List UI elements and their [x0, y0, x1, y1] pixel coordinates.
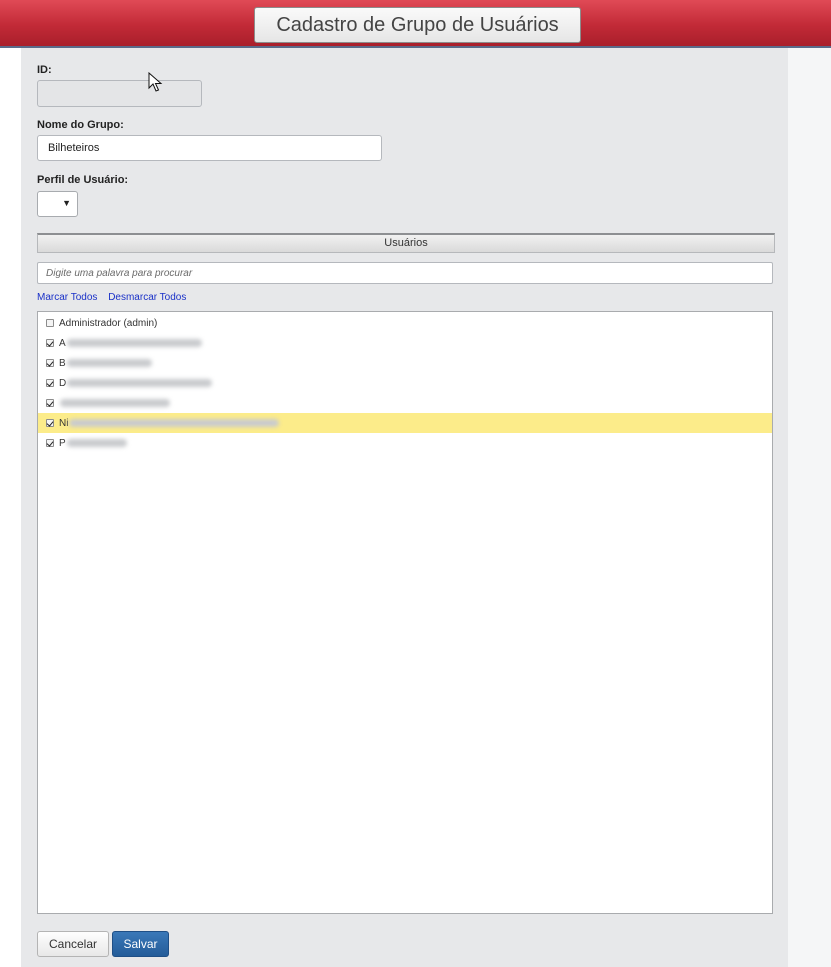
redacted-name	[69, 419, 280, 427]
checkbox-icon[interactable]	[46, 339, 54, 347]
cancel-button[interactable]: Cancelar	[37, 931, 109, 957]
checkbox-icon[interactable]	[46, 319, 54, 327]
user-profile-select[interactable]: ▼	[37, 191, 78, 217]
redacted-name	[66, 359, 152, 367]
user-name: B	[59, 357, 66, 369]
user-name: P	[59, 437, 66, 449]
list-item[interactable]: Administrador (admin)	[38, 313, 772, 333]
checkbox-icon[interactable]	[46, 399, 54, 407]
list-item[interactable]	[38, 393, 772, 413]
redacted-name	[66, 439, 127, 447]
right-gutter	[788, 48, 831, 967]
save-button[interactable]: Salvar	[112, 931, 169, 957]
list-item-highlighted[interactable]: Ni	[38, 413, 772, 433]
group-name-field[interactable]	[37, 135, 382, 161]
checkbox-icon[interactable]	[46, 439, 54, 447]
list-item[interactable]: B	[38, 353, 772, 373]
redacted-name	[66, 339, 202, 347]
user-name: Ni	[59, 417, 69, 429]
selection-links: Marcar Todos Desmarcar Todos	[37, 292, 194, 303]
mouse-pointer-icon	[148, 72, 163, 92]
caret-down-icon: ▼	[62, 198, 71, 208]
redacted-name	[67, 379, 213, 387]
user-name: A	[59, 337, 66, 349]
select-all-link[interactable]: Marcar Todos	[37, 292, 97, 303]
user-name: Administrador (admin)	[59, 317, 158, 329]
list-item[interactable]: D	[38, 373, 772, 393]
checkbox-icon[interactable]	[46, 419, 54, 427]
users-section-header: Usuários	[37, 233, 775, 253]
list-item[interactable]: A	[38, 333, 772, 353]
users-list[interactable]: Administrador (admin) A B D Ni P	[37, 311, 773, 914]
redacted-name	[60, 399, 170, 407]
group-name-label: Nome do Grupo:	[37, 119, 124, 131]
deselect-all-link[interactable]: Desmarcar Todos	[108, 292, 186, 303]
page-title: Cadastro de Grupo de Usuários	[254, 7, 581, 43]
list-item[interactable]: P	[38, 433, 772, 453]
checkbox-icon[interactable]	[46, 359, 54, 367]
user-profile-label: Perfil de Usuário:	[37, 174, 129, 186]
id-label: ID:	[37, 64, 52, 76]
checkbox-icon[interactable]	[46, 379, 54, 387]
id-field[interactable]	[37, 80, 202, 107]
top-header-bar: Cadastro de Grupo de Usuários	[0, 0, 831, 48]
users-search-input[interactable]	[37, 262, 773, 284]
user-name: D	[59, 377, 67, 389]
